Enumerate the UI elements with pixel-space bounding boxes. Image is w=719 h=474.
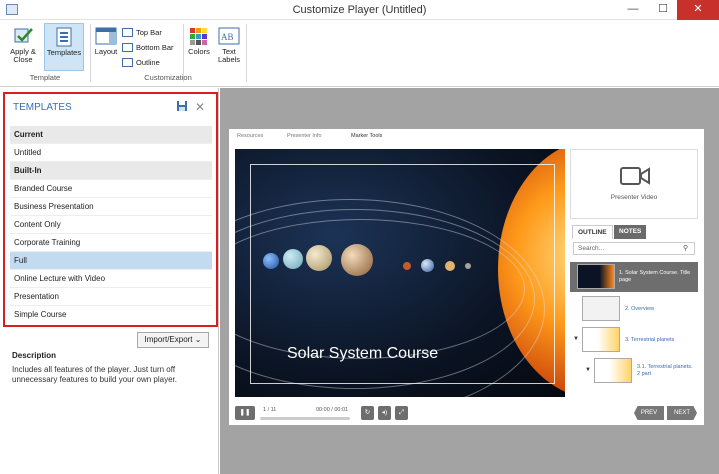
outline-item-label: 1. Solar System Course. Title page xyxy=(619,270,691,283)
maximize-button[interactable]: ☐ xyxy=(648,0,678,20)
list-item[interactable]: Presentation xyxy=(10,288,212,306)
chevron-down-icon: ⌄ xyxy=(194,335,202,344)
left-panel: TEMPLATES ✕ Current Untitled Built-In Br… xyxy=(0,88,219,474)
outline-item-label: 3. Terrestrial planets xyxy=(625,337,675,343)
outline-item[interactable]: ▼ 3.1. Terrestrial planets. 2 part xyxy=(570,357,698,385)
group-customization-label: Customization xyxy=(144,73,192,82)
layout-icon xyxy=(95,26,117,46)
import-export-label: Import/Export xyxy=(144,335,193,344)
top-bar-label: Top Bar xyxy=(136,28,162,37)
tab-presenter-info[interactable]: Presenter Info xyxy=(287,133,322,139)
outline-item[interactable]: 2. Overview xyxy=(570,295,698,323)
top-bar-icon xyxy=(122,28,133,37)
bottom-bar-label: Bottom Bar xyxy=(136,43,174,52)
expand-arrow-icon[interactable]: ▼ xyxy=(585,367,591,374)
close-icon[interactable]: ✕ xyxy=(193,100,207,114)
list-section-current: Current xyxy=(10,126,212,144)
sidebar-tabs: OUTLINE NOTES xyxy=(570,225,698,239)
bottom-bar-icon xyxy=(122,43,133,52)
outline-icon xyxy=(122,58,133,67)
ribbon: Apply & Close Templates Template Layout … xyxy=(0,20,719,87)
presenter-video-label: Presenter Video xyxy=(610,194,658,201)
seek-bar[interactable] xyxy=(260,417,350,420)
slide-thumbnail xyxy=(582,296,620,321)
templates-panel: TEMPLATES ✕ Current Untitled Built-In Br… xyxy=(3,92,218,327)
list-item[interactable]: Content Only xyxy=(10,216,212,234)
outline-label: Outline xyxy=(136,58,160,67)
templates-button[interactable]: Templates xyxy=(44,23,84,71)
apply-close-button[interactable]: Apply & Close xyxy=(5,23,41,71)
player-preview: Resources Presenter Info Marker Tools So… xyxy=(229,129,704,425)
layout-button[interactable]: Layout xyxy=(92,23,120,71)
outline-option[interactable]: Outline xyxy=(122,56,160,70)
import-export-button[interactable]: Import/Export ⌄ xyxy=(137,332,209,348)
search-icon[interactable]: ⚲ xyxy=(683,244,695,252)
presenter-video-box: Presenter Video xyxy=(570,149,698,219)
apply-close-label: Apply & Close xyxy=(10,47,36,64)
ribbon-separator xyxy=(246,24,247,82)
colors-label: Colors xyxy=(188,47,210,56)
outline-search-input[interactable]: Search... xyxy=(573,242,695,255)
list-item[interactable]: Online Lecture with Video xyxy=(10,270,212,288)
slide-title: Solar System Course xyxy=(287,345,439,362)
slide-thumbnail xyxy=(582,327,620,352)
outline-item-selected[interactable]: 1. Solar System Course. Title page xyxy=(570,262,698,292)
outline-item-label: 3.1. Terrestrial planets. 2 part xyxy=(637,364,693,377)
tab-notes[interactable]: NOTES xyxy=(614,225,647,239)
close-button[interactable]: ✕ xyxy=(677,0,719,20)
volume-icon[interactable]: ◂) xyxy=(378,406,391,420)
list-item[interactable]: Simple Course xyxy=(10,306,212,324)
top-bar-option[interactable]: Top Bar xyxy=(122,26,162,40)
save-icon[interactable] xyxy=(175,100,189,114)
prev-button[interactable]: PREV xyxy=(634,406,664,420)
text-labels-label: Text Labels xyxy=(217,47,241,64)
minimize-button[interactable]: — xyxy=(618,0,648,20)
fullscreen-icon[interactable]: ⤢ xyxy=(395,406,408,420)
list-item[interactable]: Corporate Training xyxy=(10,234,212,252)
slide-thumbnail xyxy=(594,358,632,383)
svg-text:AB: AB xyxy=(221,32,234,42)
apply-check-icon xyxy=(12,26,34,46)
tab-outline[interactable]: OUTLINE xyxy=(572,225,613,239)
window-title: Customize Player (Untitled) xyxy=(292,4,427,16)
colors-icon xyxy=(188,26,210,46)
slide-area: Solar System Course xyxy=(235,149,565,397)
title-bar: Customize Player (Untitled) — ☐ ✕ xyxy=(0,0,719,20)
colors-button[interactable]: Colors xyxy=(185,23,213,71)
description-text: Includes all features of the player. Jus… xyxy=(12,365,177,384)
player-controls: ❚❚ 1 / 11 00:00 / 00:01 ↻ ◂) ⤢ PREV NEXT xyxy=(229,403,704,425)
layout-label: Layout xyxy=(94,47,118,56)
tab-marker-tools[interactable]: Marker Tools xyxy=(351,133,382,139)
text-labels-icon: AB xyxy=(218,26,240,46)
tab-resources[interactable]: Resources xyxy=(237,133,263,139)
list-section-built-in: Built-In xyxy=(10,162,212,180)
expand-arrow-icon[interactable]: ▼ xyxy=(573,336,579,343)
bottom-bar-option[interactable]: Bottom Bar xyxy=(122,41,174,55)
slide-thumbnail xyxy=(577,264,615,289)
list-item-selected[interactable]: Full xyxy=(10,252,212,270)
templates-label: Templates xyxy=(46,48,82,57)
replay-icon[interactable]: ↻ xyxy=(361,406,374,420)
video-camera-icon xyxy=(620,166,650,188)
templates-icon xyxy=(53,27,75,47)
slide-counter: 1 / 11 xyxy=(263,407,277,413)
list-item[interactable]: Branded Course xyxy=(10,180,212,198)
player-sidebar: Presenter Video OUTLINE NOTES Search... … xyxy=(570,149,698,397)
group-template-label: Template xyxy=(29,73,61,82)
templates-heading: TEMPLATES xyxy=(13,102,72,113)
list-item[interactable]: Untitled xyxy=(10,144,212,162)
list-item[interactable]: Business Presentation xyxy=(10,198,212,216)
text-labels-button[interactable]: AB Text Labels xyxy=(214,23,244,71)
next-button[interactable]: NEXT xyxy=(667,406,697,420)
time-display: 00:00 / 00:01 xyxy=(316,407,349,413)
pause-button[interactable]: ❚❚ xyxy=(235,406,255,420)
outline-item[interactable]: ▼ 3. Terrestrial planets xyxy=(570,326,698,354)
templates-list: Current Untitled Built-In Branded Course… xyxy=(10,126,212,324)
ribbon-separator xyxy=(90,24,91,82)
description-heading: Description xyxy=(12,351,57,360)
preview-stage: Resources Presenter Info Marker Tools So… xyxy=(220,88,719,474)
outline-item-label: 2. Overview xyxy=(625,306,655,312)
